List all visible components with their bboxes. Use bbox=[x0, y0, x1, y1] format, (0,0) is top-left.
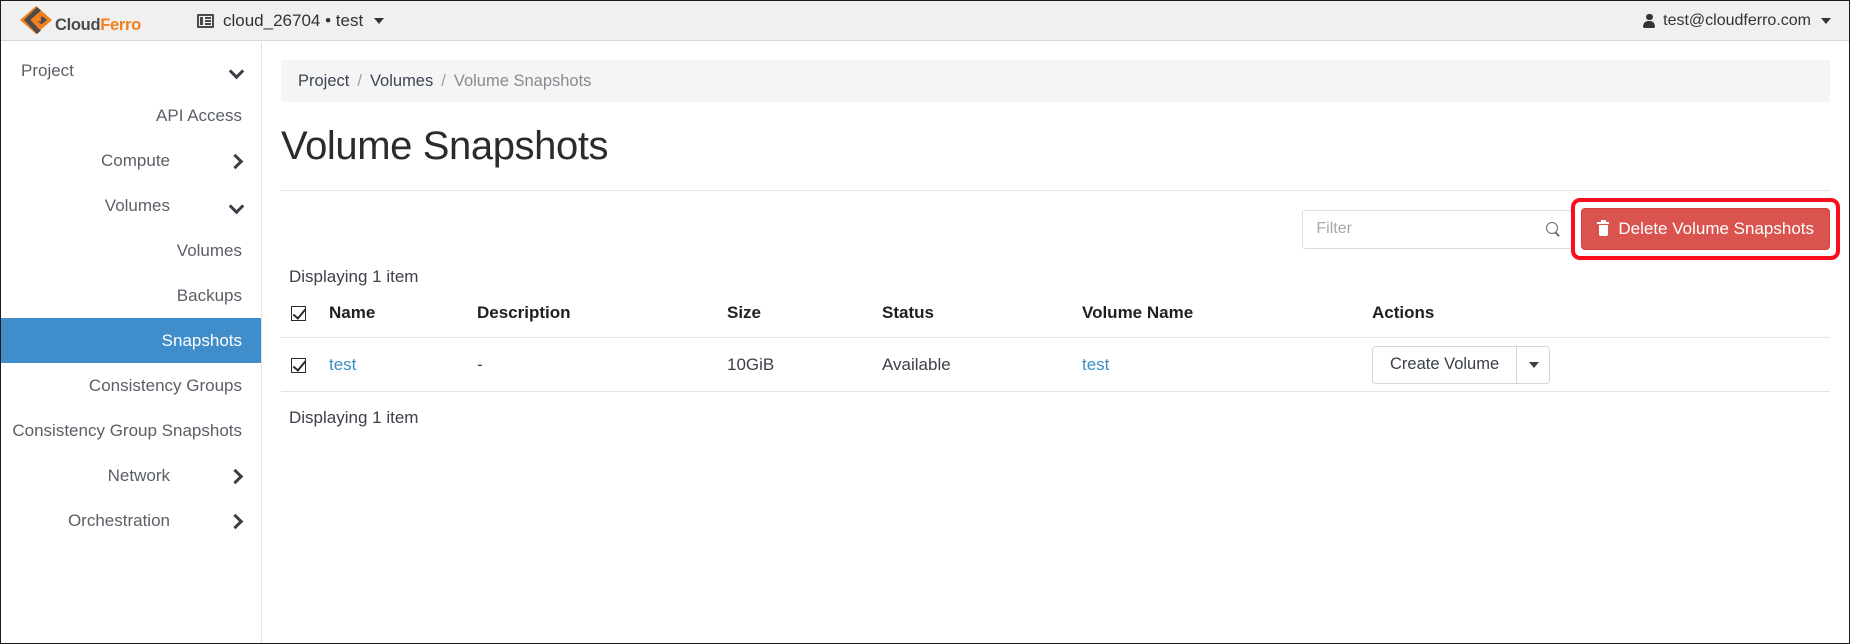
column-header-actions: Actions bbox=[1372, 303, 1830, 338]
project-switcher-label: cloud_26704 • test bbox=[223, 11, 363, 31]
chevron-right-icon bbox=[230, 154, 243, 167]
search-input[interactable] bbox=[1316, 220, 1542, 238]
sidebar-item-network[interactable]: Network bbox=[1, 453, 261, 498]
sidebar-item-project[interactable]: Project bbox=[1, 48, 261, 93]
column-header-name[interactable]: Name bbox=[329, 303, 477, 338]
column-header-size[interactable]: Size bbox=[727, 303, 882, 338]
cell-status: Available bbox=[882, 338, 1082, 392]
chevron-right-icon bbox=[230, 469, 243, 482]
cloudferro-diamond-icon bbox=[19, 5, 53, 37]
sidebar-item-orchestration[interactable]: Orchestration bbox=[1, 498, 261, 543]
snapshots-table-region: Displaying 1 item Name Description Size … bbox=[281, 267, 1830, 428]
table-header-row: Name Description Size Status Volume Name… bbox=[281, 303, 1830, 338]
delete-volume-snapshots-button[interactable]: Delete Volume Snapshots bbox=[1581, 208, 1830, 250]
cloudferro-logo[interactable]: CloudFerro bbox=[19, 5, 159, 37]
brand-word-ferro: Ferro bbox=[100, 16, 141, 34]
chevron-down-icon bbox=[230, 199, 243, 212]
brand-word-cloud: Cloud bbox=[55, 16, 100, 34]
create-volume-button[interactable]: Create Volume bbox=[1372, 346, 1516, 384]
horizon-dashboard-window: CloudFerro cloud_26704 • test test@cloud… bbox=[0, 0, 1850, 644]
sidebar-item-compute[interactable]: Compute bbox=[1, 138, 261, 183]
filter-field[interactable] bbox=[1302, 210, 1572, 249]
sidebar-item-label: Project bbox=[21, 62, 74, 79]
sidebar-item-label: Volumes bbox=[177, 242, 242, 259]
chevron-down-icon bbox=[1821, 18, 1831, 24]
top-navigation-bar: CloudFerro cloud_26704 • test test@cloud… bbox=[1, 1, 1849, 41]
page-title: Volume Snapshots bbox=[281, 124, 1849, 169]
sidebar-item-label: Consistency Groups bbox=[89, 377, 242, 394]
breadcrumb-item-volume-snapshots: Volume Snapshots bbox=[454, 72, 592, 91]
sidebar-item-api-access[interactable]: API Access bbox=[1, 93, 261, 138]
sidebar-item-label: Snapshots bbox=[162, 332, 242, 349]
row-checkbox[interactable] bbox=[291, 358, 306, 373]
item-count-top: Displaying 1 item bbox=[281, 267, 1830, 303]
cell-size: 10GiB bbox=[727, 338, 882, 392]
delete-button-wrapper: Delete Volume Snapshots bbox=[1581, 208, 1830, 250]
chevron-right-icon bbox=[230, 514, 243, 527]
row-actions-dropdown-toggle[interactable] bbox=[1516, 346, 1550, 384]
sidebar-item-volumes[interactable]: Volumes bbox=[1, 228, 261, 273]
breadcrumb-item-project[interactable]: Project bbox=[298, 72, 349, 91]
breadcrumb-item-volumes[interactable]: Volumes bbox=[370, 72, 433, 91]
delete-button-label: Delete Volume Snapshots bbox=[1618, 219, 1814, 239]
select-all-header bbox=[281, 303, 329, 338]
breadcrumb: Project / Volumes / Volume Snapshots bbox=[281, 60, 1830, 102]
main-content: Project / Volumes / Volume Snapshots Vol… bbox=[263, 42, 1849, 644]
sidebar-item-backups[interactable]: Backups bbox=[1, 273, 261, 318]
user-icon bbox=[1643, 14, 1655, 28]
sidebar-item-label: Volumes bbox=[105, 197, 170, 214]
search-icon[interactable] bbox=[1546, 222, 1561, 237]
sidebar-navigation: Project API Access Compute Volumes Volumes Ba… bbox=[1, 42, 262, 644]
volume-snapshots-table: Name Description Size Status Volume Name… bbox=[281, 303, 1830, 392]
sidebar-item-label: Orchestration bbox=[68, 512, 170, 529]
brand-wordmark: CloudFerro bbox=[55, 16, 141, 35]
column-header-description[interactable]: Description bbox=[477, 303, 727, 338]
breadcrumb-separator: / bbox=[441, 72, 446, 91]
sidebar-item-label: Compute bbox=[101, 152, 170, 169]
column-header-status[interactable]: Status bbox=[882, 303, 1082, 338]
select-all-checkbox[interactable] bbox=[291, 306, 306, 321]
snapshot-name-link[interactable]: test bbox=[329, 355, 356, 374]
row-select-cell bbox=[281, 338, 329, 392]
chevron-down-icon bbox=[230, 64, 243, 77]
table-body: test - 10GiB Available test Create Volum… bbox=[281, 338, 1830, 392]
project-switcher[interactable]: cloud_26704 • test bbox=[197, 11, 384, 31]
table-head: Name Description Size Status Volume Name… bbox=[281, 303, 1830, 338]
trash-icon bbox=[1597, 222, 1609, 236]
table-action-bar: Delete Volume Snapshots bbox=[281, 191, 1830, 267]
cell-name: test bbox=[329, 338, 477, 392]
chevron-down-icon bbox=[1529, 362, 1539, 368]
sidebar-item-label: API Access bbox=[156, 107, 242, 124]
user-menu-label: test@cloudferro.com bbox=[1663, 12, 1811, 30]
cell-description: - bbox=[477, 338, 727, 392]
sidebar-item-label: Backups bbox=[177, 287, 242, 304]
sidebar-item-volumes[interactable]: Volumes bbox=[1, 183, 261, 228]
cell-volume-name: test bbox=[1082, 338, 1372, 392]
sidebar-item-label: Consistency Group Snapshots bbox=[12, 422, 242, 439]
sidebar-item-consistency-group-snapshots[interactable]: Consistency Group Snapshots bbox=[1, 408, 261, 453]
sidebar-item-consistency-groups[interactable]: Consistency Groups bbox=[1, 363, 261, 408]
sidebar-item-label: Network bbox=[108, 467, 170, 484]
volume-name-link[interactable]: test bbox=[1082, 355, 1109, 374]
chevron-down-icon bbox=[374, 18, 384, 24]
sidebar-item-snapshots[interactable]: Snapshots bbox=[1, 318, 261, 363]
user-menu[interactable]: test@cloudferro.com bbox=[1643, 12, 1831, 30]
column-header-volume-name[interactable]: Volume Name bbox=[1082, 303, 1372, 338]
cell-actions: Create Volume bbox=[1372, 338, 1830, 392]
row-action-split-button: Create Volume bbox=[1372, 346, 1550, 384]
grid-list-icon bbox=[197, 14, 214, 28]
item-count-bottom: Displaying 1 item bbox=[281, 392, 1830, 428]
table-row[interactable]: test - 10GiB Available test Create Volum… bbox=[281, 338, 1830, 392]
breadcrumb-separator: / bbox=[357, 72, 362, 91]
